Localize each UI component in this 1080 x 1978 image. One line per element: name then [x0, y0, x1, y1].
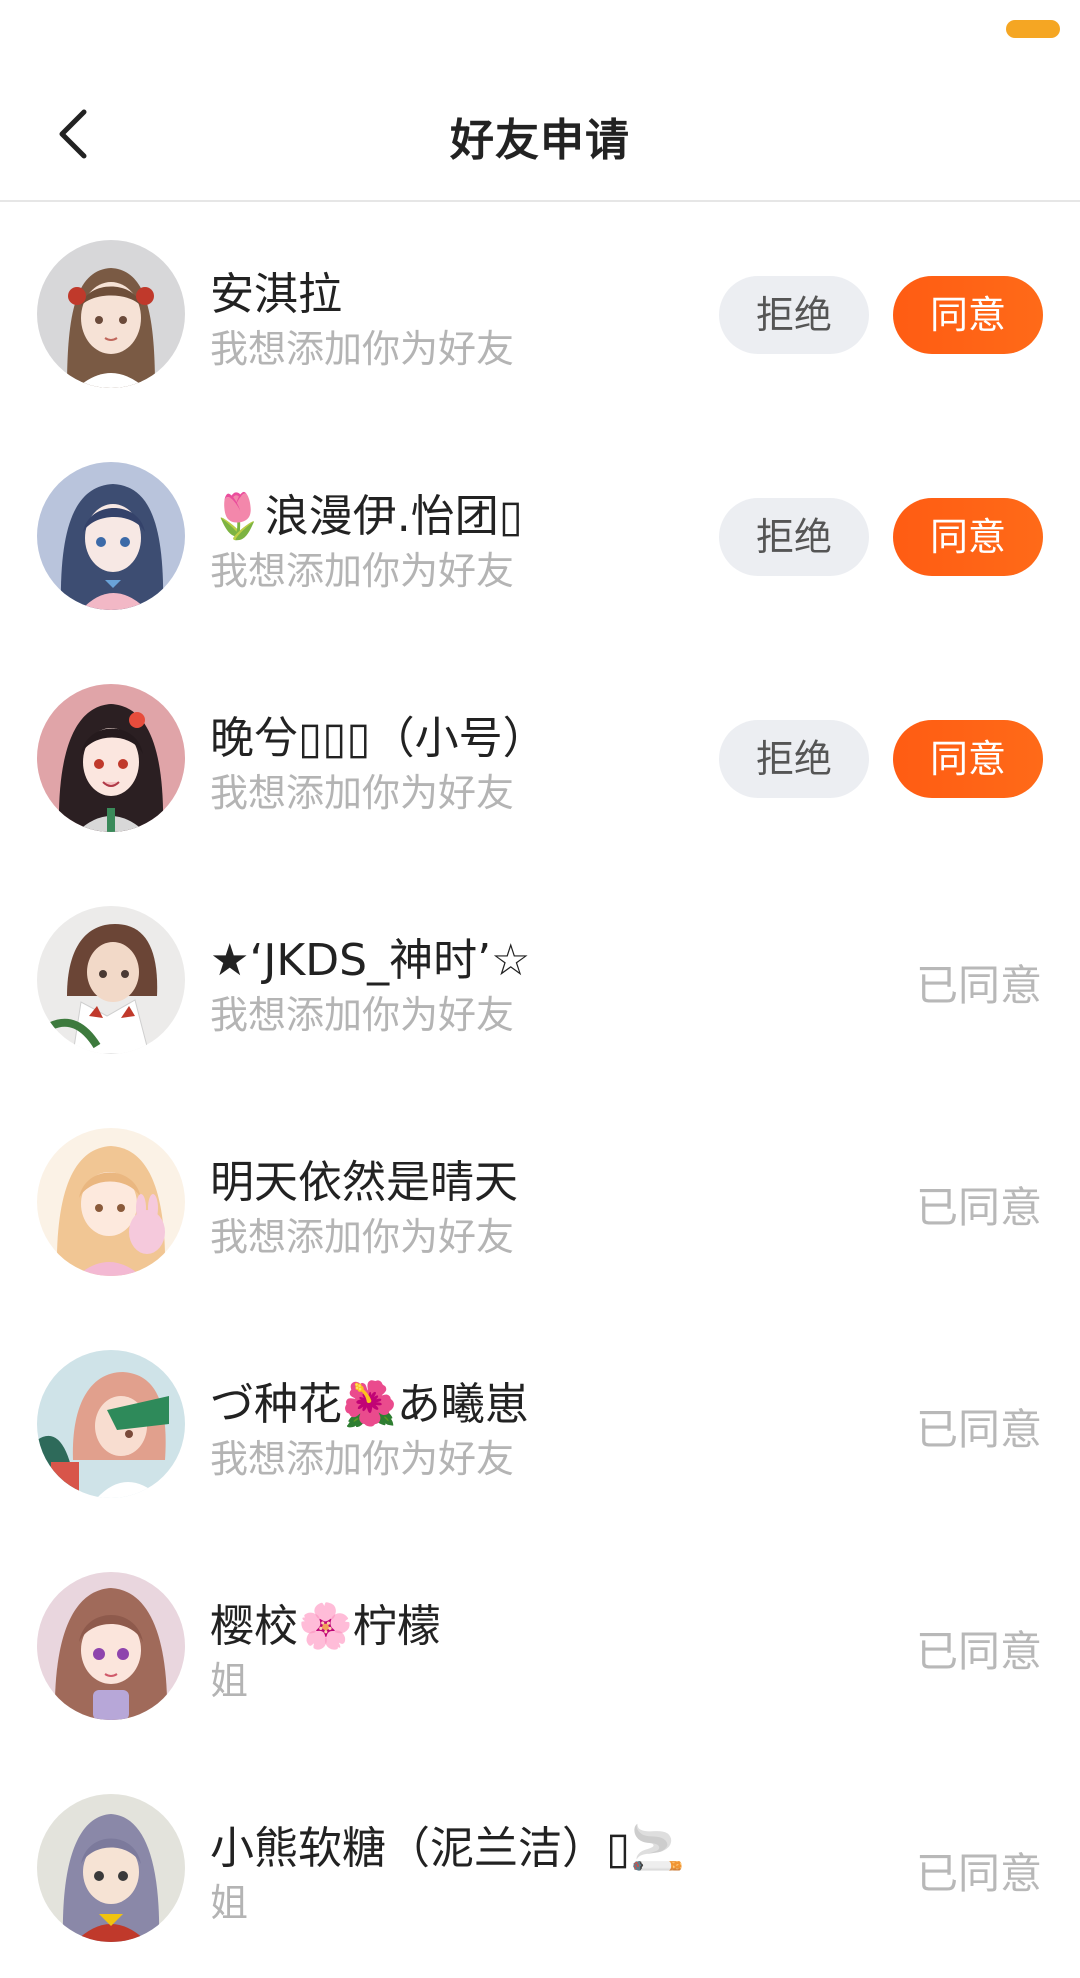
request-message: 姐: [210, 1881, 249, 1925]
list-item: 安淇拉 我想添加你为好友 拒绝 同意: [0, 202, 1080, 424]
list-item: づ种花🌺あ曦崽 我想添加你为好友 已同意: [0, 1312, 1080, 1534]
requester-name: ★‘JKDS_神时’☆: [210, 935, 531, 986]
request-message: 姐: [210, 1659, 249, 1703]
page-title: 好友申请: [450, 115, 630, 166]
requester-name: 小熊软糖（泥兰洁）▯🚬: [210, 1823, 685, 1874]
avatar[interactable]: [37, 240, 185, 388]
request-message: 我想添加你为好友: [210, 327, 515, 371]
accept-button[interactable]: 同意: [893, 276, 1043, 354]
avatar[interactable]: [37, 1572, 185, 1720]
avatar[interactable]: [37, 462, 185, 610]
requester-name: づ种花🌺あ曦崽: [210, 1379, 529, 1430]
status-label: 已同意: [915, 1627, 1042, 1676]
list-item: 樱校🌸柠檬 姐 已同意: [0, 1534, 1080, 1756]
reject-button[interactable]: 拒绝: [719, 498, 869, 576]
list-item: 晚兮▯▯▯（小号） 我想添加你为好友 拒绝 同意: [0, 646, 1080, 868]
requester-name: 樱校🌸柠檬: [210, 1601, 441, 1652]
status-label: 已同意: [915, 1405, 1042, 1454]
request-message: 我想添加你为好友: [210, 993, 515, 1037]
accept-button[interactable]: 同意: [893, 498, 1043, 576]
request-message: 我想添加你为好友: [210, 771, 515, 815]
request-message: 我想添加你为好友: [210, 1437, 515, 1481]
accept-button[interactable]: 同意: [893, 720, 1043, 798]
reject-button[interactable]: 拒绝: [719, 720, 869, 798]
status-label: 已同意: [915, 1849, 1042, 1898]
status-bar: [0, 0, 1080, 70]
requester-name: 安淇拉: [210, 269, 342, 320]
avatar[interactable]: [37, 906, 185, 1054]
avatar[interactable]: [37, 1350, 185, 1498]
request-message: 我想添加你为好友: [210, 1215, 515, 1259]
requester-name: 🌷浪漫伊.怡团▯: [210, 491, 523, 542]
status-label: 已同意: [915, 1183, 1042, 1232]
requester-name: 明天依然是晴天: [210, 1157, 518, 1208]
status-label: 已同意: [915, 961, 1042, 1010]
battery-icon: [1006, 20, 1060, 38]
requester-name: 晚兮▯▯▯（小号）: [210, 713, 547, 764]
list-item: 明天依然是晴天 我想添加你为好友 已同意: [0, 1090, 1080, 1312]
list-item: ★‘JKDS_神时’☆ 我想添加你为好友 已同意: [0, 868, 1080, 1090]
avatar[interactable]: [37, 1128, 185, 1276]
list-item: 小熊软糖（泥兰洁）▯🚬 姐 已同意: [0, 1756, 1080, 1978]
reject-button[interactable]: 拒绝: [719, 276, 869, 354]
list-item: 🌷浪漫伊.怡团▯ 我想添加你为好友 拒绝 同意: [0, 424, 1080, 646]
avatar[interactable]: [37, 684, 185, 832]
request-message: 我想添加你为好友: [210, 549, 515, 593]
friend-request-list: 安淇拉 我想添加你为好友 拒绝 同意 🌷浪漫伊.怡团▯ 我想添加你为好友 拒绝 …: [0, 202, 1080, 1978]
header: 好友申请: [0, 70, 1080, 202]
